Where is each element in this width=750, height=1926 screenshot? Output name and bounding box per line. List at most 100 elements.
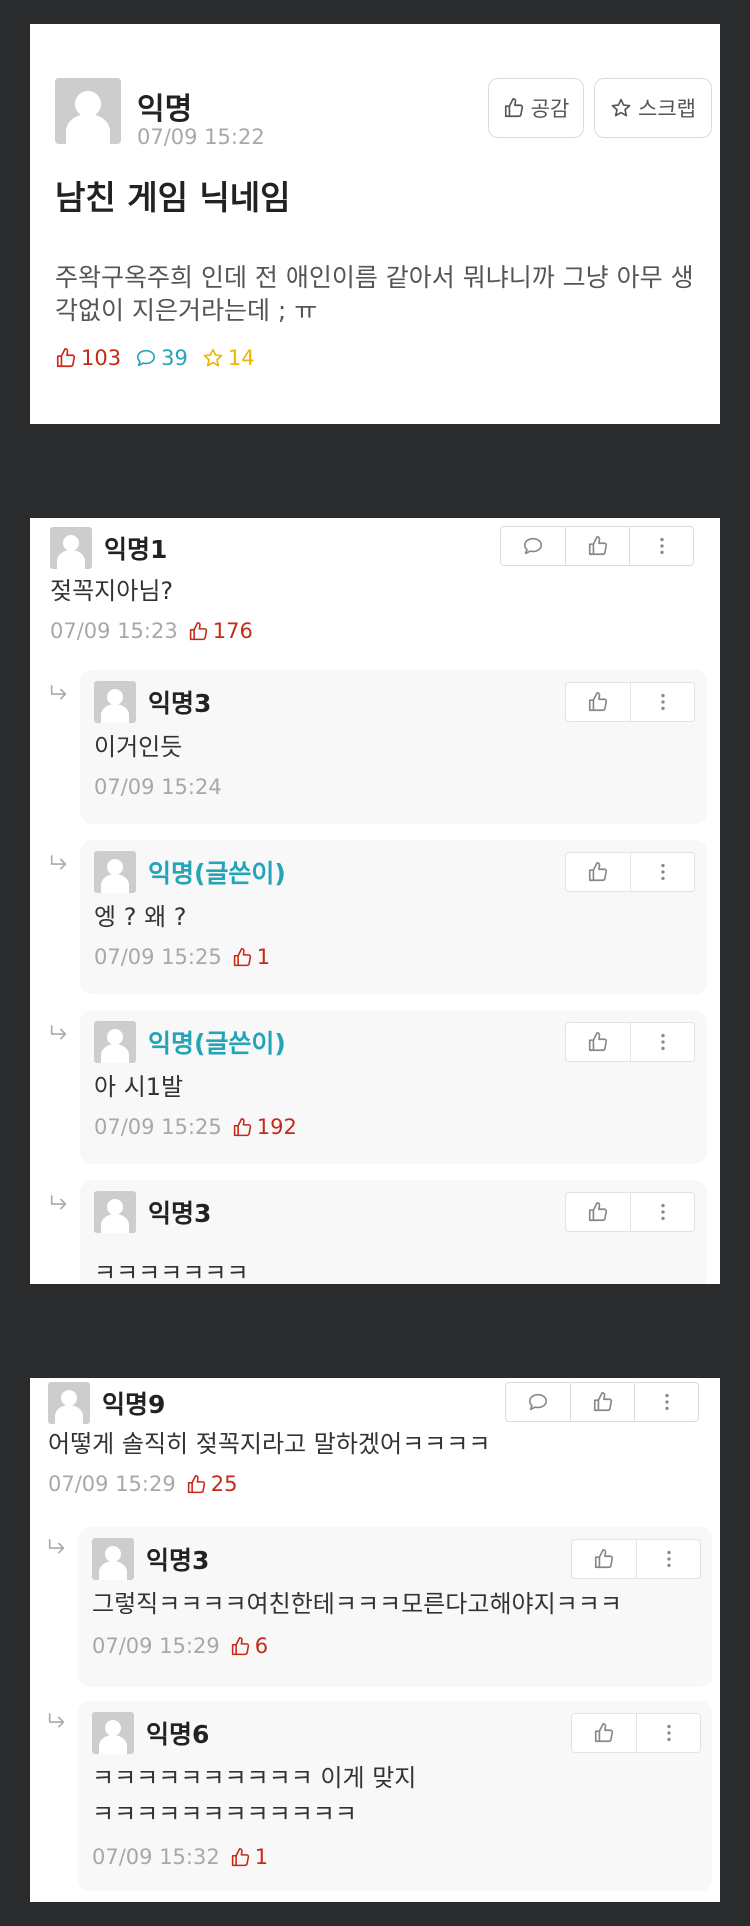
avatar-icon (48, 1382, 90, 1424)
avatar-icon (94, 851, 136, 893)
vote-button[interactable] (566, 683, 630, 721)
post-avatar-icon (55, 78, 121, 144)
comment-author-writer: 익명(글쓴이) (148, 859, 286, 888)
scrap-count-value: 14 (227, 346, 255, 370)
comment-votes-value: 1 (254, 1845, 269, 1869)
vote-button[interactable] (570, 1383, 634, 1421)
comment-text: 그렇직ㅋㅋㅋㅋ여친한테ㅋㅋㅋ모른다고해야지ㅋㅋㅋ (92, 1590, 622, 1618)
speech-bubble-icon (135, 347, 157, 369)
comment-votes-value: 1 (256, 945, 271, 969)
thumbs-up-icon (587, 691, 609, 713)
comment-actions (565, 682, 695, 722)
more-button[interactable] (630, 853, 694, 891)
comment-text-line-1: ㅋㅋㅋㅋㅋㅋㅋㅋㅋㅋ 이게 맞지 (92, 1764, 417, 1792)
thumbs-up-icon (232, 1117, 253, 1138)
comment-time: 07/09 15:24 (94, 775, 222, 799)
comment-author: 익명9 (102, 1390, 166, 1419)
comment-count-value: 39 (161, 346, 188, 370)
comment-actions (565, 1192, 695, 1232)
comment-votes: 25 (186, 1472, 238, 1496)
more-vertical-icon (652, 691, 674, 713)
comment-author-writer: 익명(글쓴이) (148, 1029, 286, 1058)
comment-text: 젖꼭지아님? (50, 577, 174, 605)
comment-text: ㅋㅋㅋㅋㅋㅋㅋ (94, 1259, 249, 1284)
vote-button[interactable] (566, 853, 630, 891)
post-stats: 103 39 14 (55, 346, 255, 370)
speech-bubble-icon (527, 1391, 549, 1413)
reply-button[interactable] (501, 527, 565, 565)
like-button-label: 공감 (530, 97, 570, 121)
reply-arrow-icon (48, 684, 70, 706)
vote-button[interactable] (572, 1714, 636, 1752)
comment-meta: 07/09 15:32 1 (92, 1845, 268, 1869)
comment-actions (571, 1713, 701, 1753)
avatar-icon (92, 1712, 134, 1754)
scrap-button[interactable]: 스크랩 (594, 78, 712, 138)
more-button[interactable] (630, 1023, 694, 1061)
comment-time: 07/09 15:29 (92, 1634, 220, 1658)
comment-actions (500, 526, 694, 566)
like-button[interactable]: 공감 (488, 78, 584, 138)
comment-votes: 6 (230, 1634, 268, 1658)
vote-button[interactable] (566, 1193, 630, 1231)
comment-meta: 07/09 15:29 6 (92, 1634, 268, 1658)
post-card: 익명 07/09 15:22 공감 스크랩 남친 게임 닉네임 주왁구옥주희 인… (30, 24, 720, 424)
comment-meta: 07/09 15:29 25 (48, 1472, 237, 1496)
comment-author: 익명6 (146, 1720, 210, 1749)
reply-arrow-icon (46, 1712, 68, 1734)
more-button[interactable] (636, 1714, 700, 1752)
comment-meta: 07/09 15:25 192 (94, 1115, 297, 1139)
avatar-icon (92, 1538, 134, 1580)
more-vertical-icon (652, 861, 674, 883)
reply-button[interactable] (506, 1383, 570, 1421)
comment-time: 07/09 15:29 (48, 1472, 176, 1496)
more-button[interactable] (630, 683, 694, 721)
post-time: 07/09 15:22 (137, 125, 265, 149)
comment-count: 39 (135, 346, 188, 370)
thumbs-up-icon (230, 1636, 251, 1657)
comment-time: 07/09 15:25 (94, 1115, 222, 1139)
thumbs-up-icon (587, 861, 609, 883)
comment-time: 07/09 15:32 (92, 1845, 220, 1869)
more-button[interactable] (629, 527, 693, 565)
comment-text-line-2: ㅋㅋㅋㅋㅋㅋㅋㅋㅋㅋㅋㅋ (92, 1800, 357, 1828)
vote-button[interactable] (566, 1023, 630, 1061)
post-body: 주왁구옥주희 인데 전 애인이름 같아서 뭐냐니까 그냥 아무 생각없이 지은거… (55, 263, 694, 325)
scrap-button-label: 스크랩 (638, 97, 696, 121)
thumbs-up-icon (587, 1031, 609, 1053)
reply-arrow-icon (48, 854, 70, 876)
comment-meta: 07/09 15:24 (94, 775, 222, 799)
speech-bubble-icon (522, 535, 544, 557)
thumbs-up-icon (593, 1722, 615, 1744)
comment-votes-value: 176 (212, 619, 253, 643)
comment-actions (505, 1382, 699, 1422)
more-vertical-icon (651, 535, 673, 557)
reply-comment: 익명6 ㅋㅋㅋㅋㅋㅋㅋㅋㅋㅋ 이게 맞지 ㅋㅋㅋㅋㅋㅋㅋㅋㅋㅋㅋㅋ 07/09 … (78, 1701, 712, 1891)
vote-button[interactable] (572, 1540, 636, 1578)
more-vertical-icon (652, 1031, 674, 1053)
avatar-icon (94, 681, 136, 723)
like-count-value: 103 (81, 346, 122, 370)
like-count: 103 (55, 346, 121, 370)
thumbs-up-icon (592, 1391, 614, 1413)
more-button[interactable] (630, 1193, 694, 1231)
more-vertical-icon (656, 1391, 678, 1413)
more-button[interactable] (636, 1540, 700, 1578)
comment-votes: 176 (188, 619, 253, 643)
reply-arrow-icon (48, 1024, 70, 1046)
comment-author: 익명3 (146, 1546, 210, 1575)
comment-text: 아 시1발 (94, 1073, 184, 1101)
comment-votes: 1 (230, 1845, 268, 1869)
avatar-icon (94, 1191, 136, 1233)
vote-button[interactable] (565, 527, 629, 565)
more-button[interactable] (634, 1383, 698, 1421)
comment-time: 07/09 15:23 (50, 619, 178, 643)
thumbs-up-icon (230, 1847, 251, 1868)
reply-comment: 익명3 그렇직ㅋㅋㅋㅋ여친한테ㅋㅋㅋ모른다고해야지ㅋㅋㅋ 07/09 15:29… (78, 1527, 712, 1687)
comment-text: 어떻게 솔직히 젖꼭지라고 말하겠어ㅋㅋㅋㅋ (48, 1430, 491, 1458)
comment-author: 익명3 (148, 689, 212, 718)
comment-actions (571, 1539, 701, 1579)
comment-votes-value: 25 (210, 1472, 238, 1496)
comment-actions (565, 1022, 695, 1062)
thumbs-up-icon (55, 347, 77, 369)
